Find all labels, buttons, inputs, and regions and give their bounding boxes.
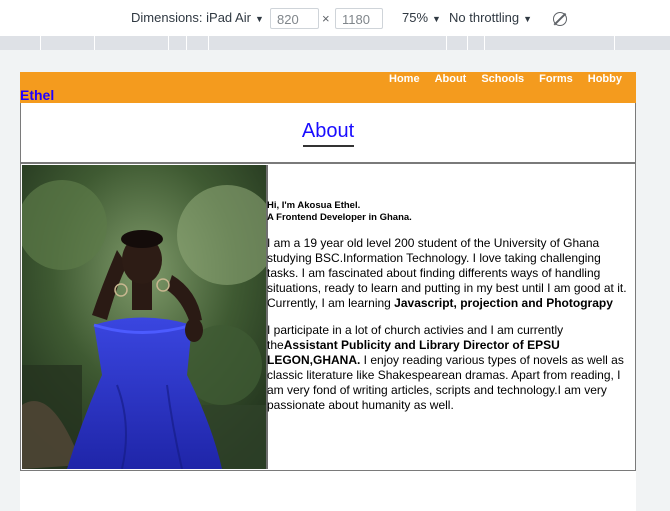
dimensions-label: Dimensions: iPad Air [131, 10, 251, 25]
intro-line-1: Hi, I'm Akosua Ethel. [267, 200, 361, 211]
paragraph-2: I participate in a lot of church activie… [267, 323, 635, 413]
device-toolbar: Dimensions: iPad Air ▼ 820 × 1180 75% ▼ No… [0, 0, 670, 37]
profile-photo [22, 165, 268, 469]
nav-schools[interactable]: Schools [481, 73, 524, 85]
zoom-label: 75% [402, 10, 429, 25]
dropdown-caret-icon: ▼ [432, 14, 441, 24]
dropdown-caret-icon: ▼ [523, 14, 533, 24]
throttling-dropdown[interactable]: No throttling ▼ [449, 10, 532, 25]
nav-home[interactable]: Home [389, 73, 420, 85]
times-symbol: × [322, 11, 330, 26]
nav-about[interactable]: About [435, 73, 467, 85]
zoom-dropdown[interactable]: 75% ▼ [402, 10, 441, 25]
height-input[interactable]: 1180 [335, 8, 383, 29]
brand-logo[interactable]: Ethel [20, 87, 54, 103]
dimensions-dropdown[interactable]: Dimensions: iPad Air ▼ [131, 10, 264, 25]
about-content: Hi, I'm Akosua Ethel. A Frontend Develop… [20, 163, 636, 471]
width-input[interactable]: 820 [270, 8, 319, 29]
nav-forms[interactable]: Forms [539, 73, 573, 85]
about-text: Hi, I'm Akosua Ethel. A Frontend Develop… [267, 200, 635, 413]
title-underline [303, 145, 354, 147]
dropdown-caret-icon: ▼ [254, 14, 264, 24]
paragraph-1: I am a 19 year old level 200 student of … [267, 236, 635, 311]
title-section: About [20, 103, 636, 163]
rotate-icon[interactable] [553, 12, 567, 26]
intro-line-2: A Frontend Developer in Ghana. [267, 212, 412, 223]
intro-text: Hi, I'm Akosua Ethel. A Frontend Develop… [267, 200, 635, 224]
nav-hobby[interactable]: Hobby [588, 73, 622, 85]
throttling-label: No throttling [449, 10, 520, 25]
nav-links: Home About Schools Forms Hobby [374, 73, 622, 85]
site-navbar: Ethel Home About Schools Forms Hobby [20, 72, 636, 103]
paragraph-1-bold: Javascript, projection and Photograpy [394, 296, 613, 310]
page-title: About [301, 120, 355, 142]
media-query-ruler[interactable] [0, 36, 670, 50]
emulated-viewport: Ethel Home About Schools Forms Hobby Abo… [20, 72, 636, 511]
